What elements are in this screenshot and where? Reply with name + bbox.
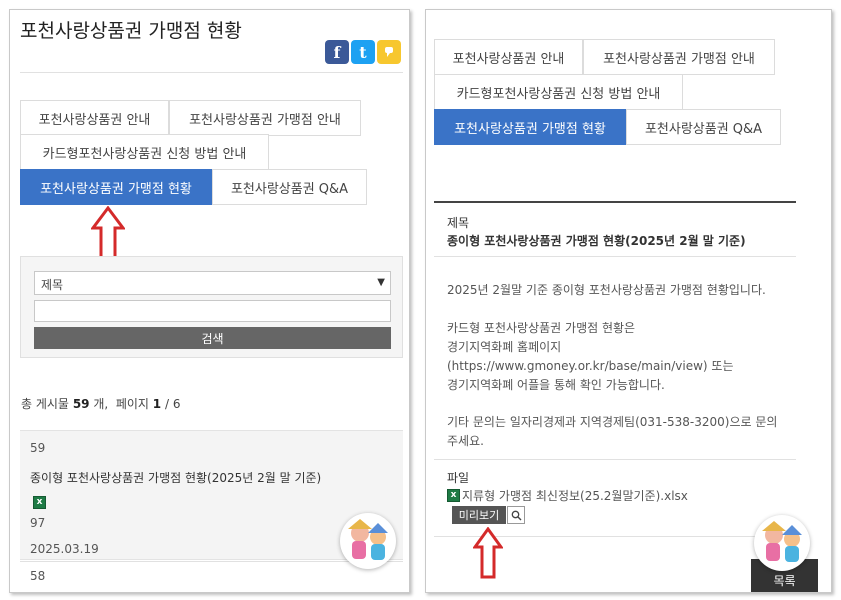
tab-merchant-status[interactable]: 포천사랑상품권 가맹점 현황 [434, 109, 626, 145]
page-current: 1 [152, 397, 162, 411]
row-divider [20, 561, 403, 562]
total-label: 총 게시물 [21, 397, 69, 411]
magnifier-icon [511, 510, 521, 520]
detail-title: 종이형 포천사랑상품권 가맹점 현황(2025년 2월 말 기준) [447, 234, 746, 248]
tab-qna[interactable]: 포천사랑상품권 Q&A [626, 109, 781, 145]
tab-merchant-info[interactable]: 포천사랑상품권 가맹점 안내 [583, 39, 775, 75]
search-button[interactable]: 검색 [34, 327, 391, 349]
mascot-floating-button[interactable] [754, 515, 810, 571]
kakao-share-button[interactable] [377, 40, 401, 64]
body-line: 경기지역화폐 홈페이지 [447, 340, 562, 354]
search-input[interactable] [34, 300, 391, 322]
tab-voucher-info[interactable]: 포천사랑상품권 안내 [434, 39, 583, 75]
kakao-icon [385, 47, 393, 57]
twitter-share-button[interactable]: t [351, 40, 375, 64]
mascot-floating-button[interactable] [340, 513, 396, 569]
page-title: 포천사랑상품권 가맹점 현황 [20, 20, 242, 42]
body-line: (https://www.gmoney.or.kr/base/main/view… [447, 359, 734, 373]
post-title-link[interactable]: 종이형 포천사랑상품권 가맹점 현황(2025년 2월 말 기준) [30, 469, 321, 486]
file-download-link[interactable]: 지류형 가맹점 최신정보(25.2월말기준).xlsx [462, 487, 688, 504]
post-number: 59 [30, 441, 46, 455]
facebook-share-button[interactable]: f [325, 40, 349, 64]
search-field-select[interactable]: 제목 ▼ [34, 271, 391, 295]
right-screenshot-panel: 포천사랑상품권 안내 포천사랑상품권 가맹점 안내 카드형포천사랑상품권 신청 … [425, 9, 832, 593]
body-line: 기타 문의는 일자리경제과 지역경제팀(031-538-3200)으로 문의 [447, 415, 778, 429]
preview-button[interactable]: 미리보기 [452, 506, 506, 524]
total-unit: 개, [93, 397, 109, 411]
title-divider [20, 72, 403, 73]
title-divider [434, 256, 796, 257]
body-line: 주세요. [447, 434, 484, 448]
file-label: 파일 [447, 471, 470, 485]
facebook-icon: f [333, 42, 341, 62]
twitter-icon: t [359, 42, 367, 62]
up-arrow-annotation [473, 527, 503, 579]
search-form: 제목 ▼ 검색 [20, 256, 403, 358]
body-line: 2025년 2월말 기준 종이형 포천사랑상품권 가맹점 현황입니다. [447, 283, 766, 297]
tab-voucher-info[interactable]: 포천사랑상품권 안내 [20, 100, 169, 136]
page-separator: / [164, 397, 170, 411]
search-field-value: 제목 [41, 278, 64, 292]
preview-search-button[interactable] [507, 506, 525, 524]
excel-icon: x [33, 496, 46, 509]
tab-card-apply-guide[interactable]: 카드형포천사랑상품권 신청 방법 안내 [434, 74, 683, 110]
total-count: 59 [72, 397, 90, 411]
next-post-number: 58 [30, 569, 46, 583]
excel-icon: x [447, 489, 460, 502]
up-arrow-annotation [91, 206, 125, 262]
tab-card-apply-guide[interactable]: 카드형포천사랑상품권 신청 방법 안내 [20, 134, 269, 170]
tab-merchant-info[interactable]: 포천사랑상품권 가맹점 안내 [169, 100, 361, 136]
file-divider [434, 459, 796, 460]
body-line: 경기지역화폐 어플을 통해 확인 가능합니다. [447, 378, 665, 392]
chevron-down-icon: ▼ [377, 277, 385, 288]
list-summary: 총 게시물 59 개, 페이지 1 / 6 [21, 395, 181, 412]
post-date: 2025.03.19 [30, 542, 99, 556]
page-total: 6 [172, 397, 181, 411]
left-screenshot-panel: 포천사랑상품권 가맹점 현황 f t 포천사랑상품권 안내 포천사랑상품권 가맹… [9, 9, 410, 593]
page-label: 페이지 [115, 397, 149, 411]
mascot-icon [762, 521, 802, 562]
tab-qna[interactable]: 포천사랑상품권 Q&A [212, 169, 367, 205]
tab-merchant-status[interactable]: 포천사랑상품권 가맹점 현황 [20, 169, 212, 205]
title-label: 제목 [447, 216, 470, 230]
mascot-icon [348, 519, 388, 560]
post-hits: 97 [30, 516, 46, 530]
body-line: 카드형 포천사랑상품권 가맹점 현황은 [447, 321, 636, 335]
detail-top-border [434, 201, 796, 203]
